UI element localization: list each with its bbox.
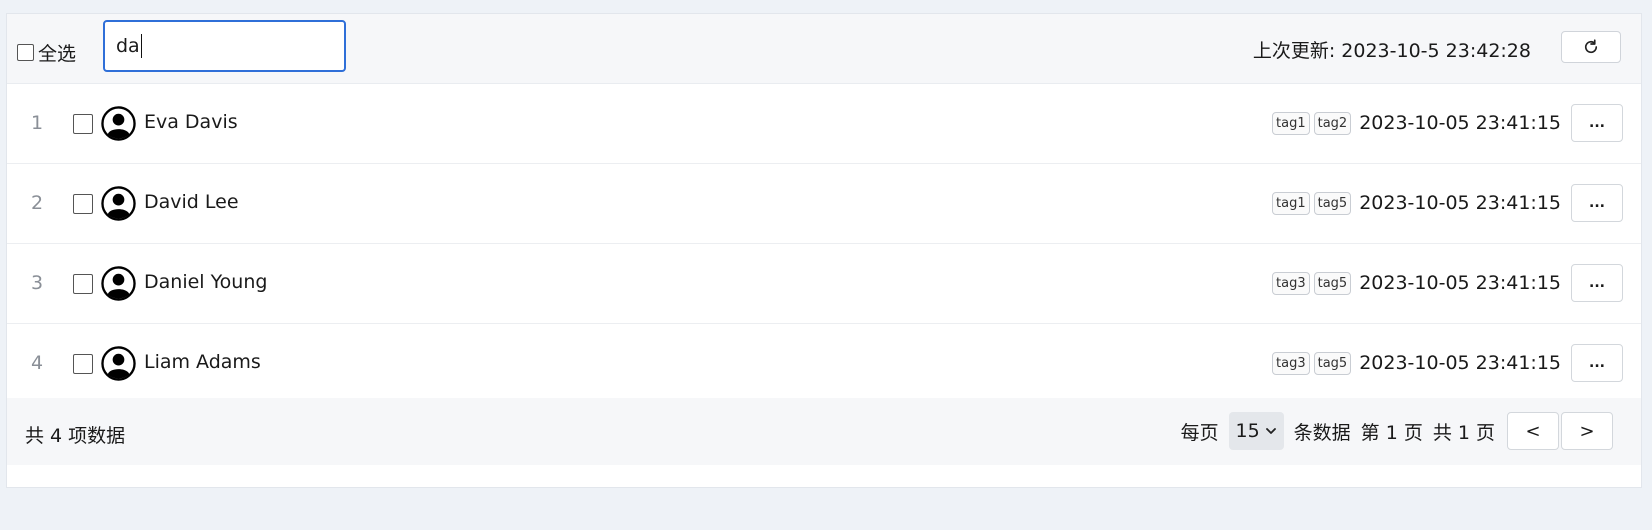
current-page: 第 1 页 [1360, 421, 1423, 444]
user-name: Liam Adams [144, 351, 261, 373]
more-actions-button[interactable]: ... [1571, 264, 1623, 302]
row-index: 1 [30, 112, 44, 134]
row-timestamp: 2023-10-05 23:41:15 [1359, 272, 1561, 294]
page-size-select[interactable]: 15 [1228, 412, 1284, 450]
tag-badge: tag1 [1272, 111, 1310, 135]
tag-badge: tag5 [1313, 351, 1352, 375]
total-count: 共 4 项数据 [25, 425, 126, 447]
select-all[interactable]: 全选 [17, 39, 76, 66]
search-input-value: da [116, 35, 140, 57]
user-avatar-icon [101, 106, 136, 141]
text-caret [140, 34, 143, 58]
row-meta: tag3 tag5 2023-10-05 23:41:15 ... [1272, 344, 1623, 382]
row-index: 4 [30, 352, 44, 374]
row-checkbox[interactable] [73, 354, 93, 374]
tag-badge: tag5 [1313, 271, 1352, 295]
list-item[interactable]: 4 Liam Adams tag3 tag5 2023-10-05 23:41:… [7, 324, 1641, 404]
row-checkbox[interactable] [73, 114, 93, 134]
row-timestamp: 2023-10-05 23:41:15 [1359, 112, 1561, 134]
more-actions-button[interactable]: ... [1571, 104, 1623, 142]
more-actions-button[interactable]: ... [1571, 184, 1623, 222]
toolbar: 全选 da 上次更新: 2023-10-5 23:42:28 [7, 14, 1641, 84]
list-panel: 全选 da 上次更新: 2023-10-5 23:42:28 1 Eva Dav… [6, 13, 1642, 488]
last-updated-text: 上次更新: 2023-10-5 23:42:28 [1252, 40, 1531, 62]
row-timestamp: 2023-10-05 23:41:15 [1359, 352, 1561, 374]
list-item[interactable]: 2 David Lee tag1 tag5 2023-10-05 23:41:1… [7, 164, 1641, 244]
user-avatar-icon [101, 266, 136, 301]
user-avatar-icon [101, 346, 136, 381]
row-index: 3 [30, 272, 44, 294]
row-meta: tag1 tag2 2023-10-05 23:41:15 ... [1272, 104, 1623, 142]
tag-badge: tag3 [1272, 271, 1310, 295]
list-item[interactable]: 1 Eva Davis tag1 tag2 2023-10-05 23:41:1… [7, 84, 1641, 164]
user-name: David Lee [144, 191, 239, 213]
row-checkbox[interactable] [73, 274, 93, 294]
select-all-checkbox[interactable] [17, 44, 34, 61]
total-pages: 共 1 页 [1432, 421, 1495, 444]
prev-page-button[interactable]: < [1507, 412, 1559, 450]
search-input[interactable]: da [103, 20, 346, 72]
row-meta: tag1 tag5 2023-10-05 23:41:15 ... [1272, 184, 1623, 222]
refresh-icon [1584, 39, 1598, 54]
tag-badge: tag5 [1313, 191, 1352, 215]
per-page-label: 每页 [1180, 421, 1219, 444]
tag-badge: tag2 [1313, 111, 1352, 135]
row-index: 2 [30, 192, 44, 214]
page-size-value: 15 [1235, 420, 1260, 442]
list-item[interactable]: 3 Daniel Young tag3 tag5 2023-10-05 23:4… [7, 244, 1641, 324]
row-timestamp: 2023-10-05 23:41:15 [1359, 192, 1561, 214]
tag-badge: tag1 [1272, 191, 1310, 215]
user-name: Eva Davis [144, 111, 238, 133]
row-checkbox[interactable] [73, 194, 93, 214]
refresh-button[interactable] [1561, 31, 1621, 63]
tag-badge: tag3 [1272, 351, 1310, 375]
user-avatar-icon [101, 186, 136, 221]
user-name: Daniel Young [144, 271, 268, 293]
chevron-down-icon [1265, 428, 1276, 434]
select-all-label: 全选 [38, 43, 77, 65]
row-meta: tag3 tag5 2023-10-05 23:41:15 ... [1272, 264, 1623, 302]
next-page-button[interactable]: > [1561, 412, 1613, 450]
more-actions-button[interactable]: ... [1571, 344, 1623, 382]
pagination-footer: 共 4 项数据 每页 15 条数据 第 1 页 共 1 页 < > [7, 398, 1641, 465]
per-page-suffix: 条数据 [1293, 421, 1351, 444]
pagination: 每页 15 条数据 第 1 页 共 1 页 < > [1181, 412, 1613, 450]
